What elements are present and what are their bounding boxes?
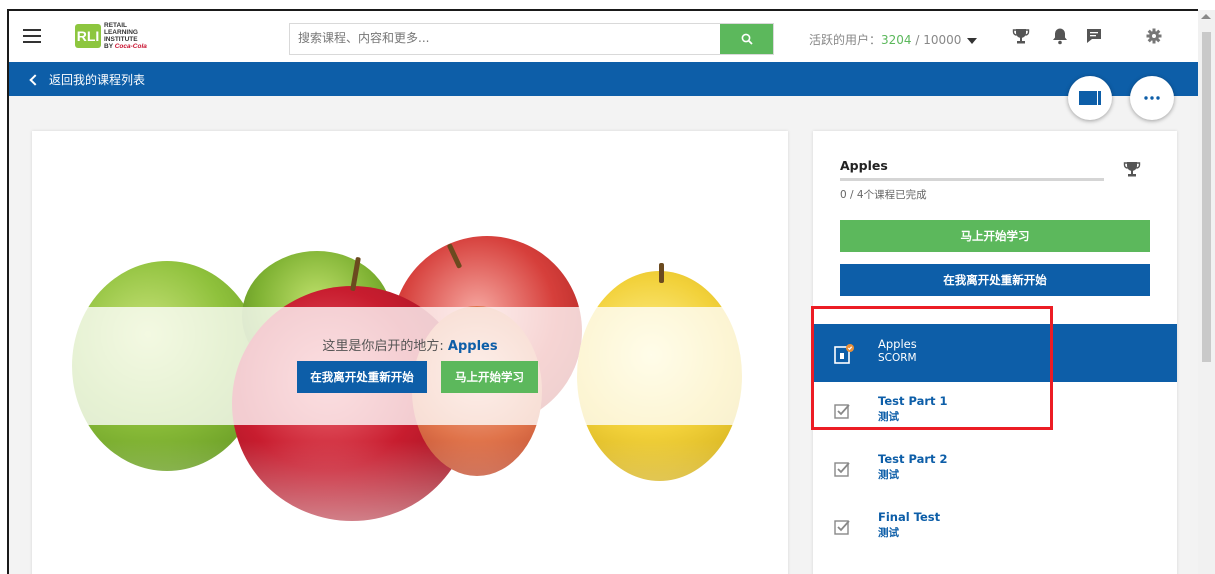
scorm-icon [834, 344, 854, 368]
restart-button[interactable]: 在我离开处重新开始 [840, 264, 1150, 296]
logo-line-4: BY Coca-Cola [104, 43, 147, 50]
chevron-left-icon [29, 74, 41, 86]
course-hero-card: 这里是你启开的地方: Apples 在我离开处重新开始 马上开始学习 [32, 131, 788, 574]
search-input[interactable] [290, 24, 716, 52]
chat-icon[interactable] [1083, 25, 1105, 47]
course-progress-bar [840, 178, 1104, 181]
course-trophy-icon [1123, 160, 1141, 182]
course-nav-bar: 返回我的课程列表 [9, 62, 1200, 96]
active-users-total: / 10000 [911, 33, 962, 47]
hero-title-prefix: 这里是你启开的地方: [322, 339, 448, 354]
scrollbar-thumb[interactable] [1202, 32, 1211, 362]
logo[interactable]: RLI RETAIL LEARNING INSTITUTE BY Coca-Co… [75, 22, 150, 52]
bell-icon[interactable] [1049, 25, 1071, 47]
apples-hero-image: 这里是你启开的地方: Apples 在我离开处重新开始 马上开始学习 [32, 131, 788, 574]
toggle-sidebar-button[interactable] [1068, 76, 1112, 120]
logo-by: BY [104, 43, 113, 50]
active-users-count: 3204 [881, 33, 912, 47]
outline-item-type: 测试 [878, 527, 899, 539]
hero-reflection [32, 441, 788, 574]
gear-icon[interactable] [1143, 25, 1165, 47]
outline-item-test-part-2[interactable]: Test Part 2 测试 [813, 440, 1177, 498]
logo-brand: Coca-Cola [114, 43, 147, 50]
logo-line-2: LEARNING [104, 29, 138, 36]
outline-item-test-part-1[interactable]: Test Part 1 测试 [813, 382, 1177, 440]
logo-line-3: INSTITUTE [104, 36, 138, 43]
search-icon [741, 33, 753, 45]
course-name: Apples [840, 158, 888, 173]
scroll-up-arrow-icon[interactable] [1201, 14, 1211, 19]
outline-item-apples[interactable]: Apples SCORM [813, 324, 1177, 382]
more-options-button[interactable] [1130, 76, 1174, 120]
vertical-scrollbar[interactable] [1198, 10, 1215, 574]
active-users-label: 活跃的用户： [809, 33, 882, 47]
ellipsis-icon [1144, 96, 1160, 100]
outline-item-type: 测试 [878, 411, 899, 423]
checkbox-icon [834, 402, 852, 424]
back-label: 返回我的课程列表 [49, 73, 146, 87]
logo-line-1: RETAIL [104, 22, 127, 29]
window-border [7, 9, 1198, 11]
hero-start-button[interactable]: 马上开始学习 [441, 361, 538, 393]
chevron-down-icon [967, 37, 978, 44]
progress-text: 0 / 4个课程已完成 [840, 189, 927, 201]
menu-icon[interactable] [23, 29, 41, 43]
course-outline-panel: Apples 0 / 4个课程已完成 马上开始学习 在我离开处重新开始 Appl… [813, 131, 1177, 574]
outline-item-type: SCORM [878, 352, 917, 364]
hero-restart-button[interactable]: 在我离开处重新开始 [297, 361, 427, 393]
back-to-course-list-link[interactable]: 返回我的课程列表 [29, 71, 146, 88]
hero-overlay: 这里是你启开的地方: Apples 在我离开处重新开始 马上开始学习 [72, 307, 748, 425]
search-button[interactable] [720, 24, 773, 54]
start-learning-button[interactable]: 马上开始学习 [840, 220, 1150, 252]
trophy-icon[interactable] [1010, 25, 1032, 47]
apple-stem-yellow [659, 263, 664, 283]
outline-item-title: Apples [878, 337, 917, 351]
logo-text: RETAIL LEARNING INSTITUTE BY Coca-Cola [104, 22, 147, 50]
search-bar [289, 23, 774, 55]
outline-item-type: 测试 [878, 469, 899, 481]
checkbox-icon [834, 518, 852, 540]
screen-icon [1079, 91, 1101, 105]
top-navbar: RLI RETAIL LEARNING INSTITUTE BY Coca-Co… [9, 10, 1200, 63]
logo-mark: RLI [75, 24, 101, 48]
checkbox-icon [834, 460, 852, 482]
outline-item-title: Final Test [878, 510, 941, 524]
outline-item-title: Test Part 2 [878, 452, 948, 466]
active-users-dropdown[interactable]: 活跃的用户：3204 / 10000 [809, 31, 978, 48]
hero-title-course: Apples [447, 339, 498, 354]
outline-item-final-test[interactable]: Final Test 测试 [813, 498, 1177, 556]
outline-item-title: Test Part 1 [878, 394, 948, 408]
browser-viewport: RLI RETAIL LEARNING INSTITUTE BY Coca-Co… [7, 10, 1200, 574]
hero-title: 这里是你启开的地方: Apples [72, 335, 748, 354]
